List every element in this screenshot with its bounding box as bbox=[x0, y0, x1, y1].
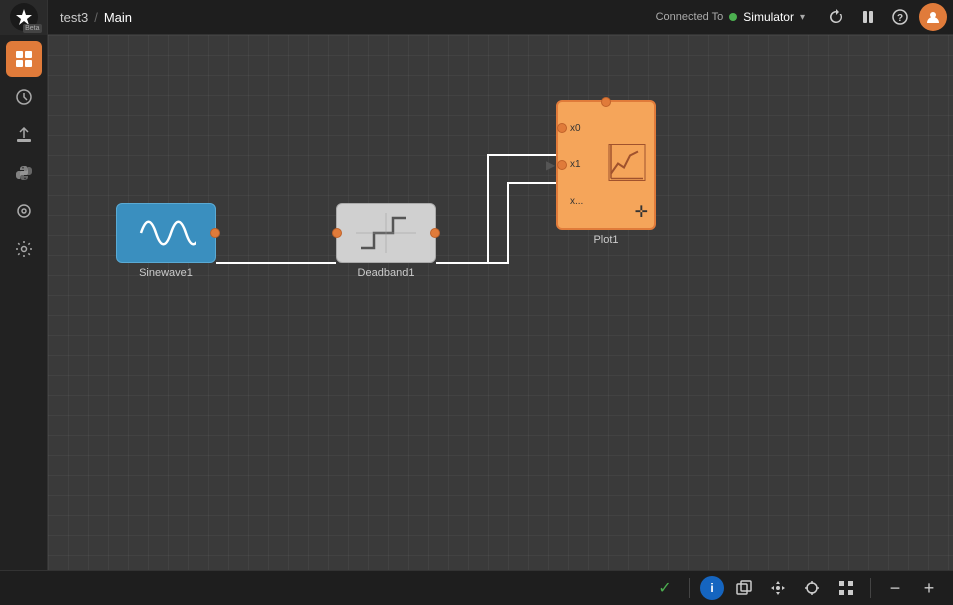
sinewave-block[interactable]: Sinewave1 bbox=[116, 203, 216, 279]
canvas[interactable]: Sinewave1 Deadband1 ▶ x0 bbox=[48, 35, 953, 570]
sinewave-label: Sinewave1 bbox=[139, 267, 193, 279]
bottom-toolbar: ✓ i − + bbox=[0, 570, 953, 605]
simulator-dropdown-arrow[interactable]: ▾ bbox=[800, 12, 805, 23]
sidebar bbox=[0, 35, 48, 605]
deadband-label: Deadband1 bbox=[358, 267, 415, 279]
expand-ports-toggle[interactable]: ▶ bbox=[546, 158, 555, 172]
help-button[interactable]: ? bbox=[885, 2, 915, 32]
sidebar-item-packages[interactable] bbox=[6, 193, 42, 229]
connection-status-dot bbox=[729, 13, 737, 21]
pan-button[interactable] bbox=[764, 574, 792, 602]
sidebar-item-home[interactable] bbox=[6, 41, 42, 77]
sidebar-item-export[interactable] bbox=[6, 117, 42, 153]
check-button[interactable]: ✓ bbox=[651, 574, 679, 602]
toolbar-divider-1 bbox=[689, 578, 690, 598]
plot-port-xmore-label: x... bbox=[570, 196, 583, 207]
sidebar-item-history[interactable] bbox=[6, 79, 42, 115]
sinewave-body bbox=[116, 203, 216, 263]
logo-icon: Beta bbox=[10, 3, 38, 31]
sidebar-item-python[interactable] bbox=[6, 155, 42, 191]
page-name[interactable]: Main bbox=[104, 10, 132, 25]
zoom-out-button[interactable]: − bbox=[881, 574, 909, 602]
deadband-output-port bbox=[430, 228, 440, 238]
plot-port-x1 bbox=[557, 160, 567, 170]
simulator-label: Simulator bbox=[743, 10, 794, 24]
logo-area: Beta bbox=[0, 0, 48, 35]
plot-port-x0 bbox=[557, 123, 567, 133]
sinewave-output-port bbox=[210, 228, 220, 238]
toolbar-divider-2 bbox=[870, 578, 871, 598]
plot-port-x0-label: x0 bbox=[570, 123, 581, 134]
beta-badge: Beta bbox=[23, 24, 41, 33]
deadband-block[interactable]: Deadband1 bbox=[336, 203, 436, 279]
grid-button[interactable] bbox=[832, 574, 860, 602]
locate-button[interactable] bbox=[798, 574, 826, 602]
pause-button[interactable] bbox=[853, 2, 883, 32]
plot-port-x1-label: x1 bbox=[570, 159, 581, 170]
plot-top-port bbox=[601, 97, 611, 107]
project-name[interactable]: test3 bbox=[60, 10, 88, 25]
user-avatar[interactable] bbox=[919, 3, 947, 31]
sidebar-item-settings[interactable] bbox=[6, 231, 42, 267]
deadband-input-port bbox=[332, 228, 342, 238]
sync-button[interactable] bbox=[821, 2, 851, 32]
plot-block[interactable]: ▶ x0 x1 x... bbox=[556, 100, 656, 246]
zoom-in-button[interactable]: + bbox=[915, 574, 943, 602]
move-icon: ✛ bbox=[635, 202, 648, 222]
plot-body: ▶ x0 x1 x... bbox=[556, 100, 656, 230]
breadcrumb-separator: / bbox=[94, 10, 98, 25]
svg-text:?: ? bbox=[897, 13, 903, 24]
connections-svg bbox=[48, 35, 953, 570]
topbar: Beta test3 / Main Connected To Simulator… bbox=[0, 0, 953, 35]
connected-info: Connected To Simulator ▾ bbox=[646, 10, 815, 24]
deadband-body bbox=[336, 203, 436, 263]
copy-view-button[interactable] bbox=[730, 574, 758, 602]
info-button[interactable]: i bbox=[700, 576, 724, 600]
breadcrumb: test3 / Main bbox=[48, 10, 144, 25]
plot-label: Plot1 bbox=[593, 234, 618, 246]
topbar-icons: ? bbox=[815, 2, 953, 32]
connected-to-label: Connected To bbox=[656, 11, 724, 23]
